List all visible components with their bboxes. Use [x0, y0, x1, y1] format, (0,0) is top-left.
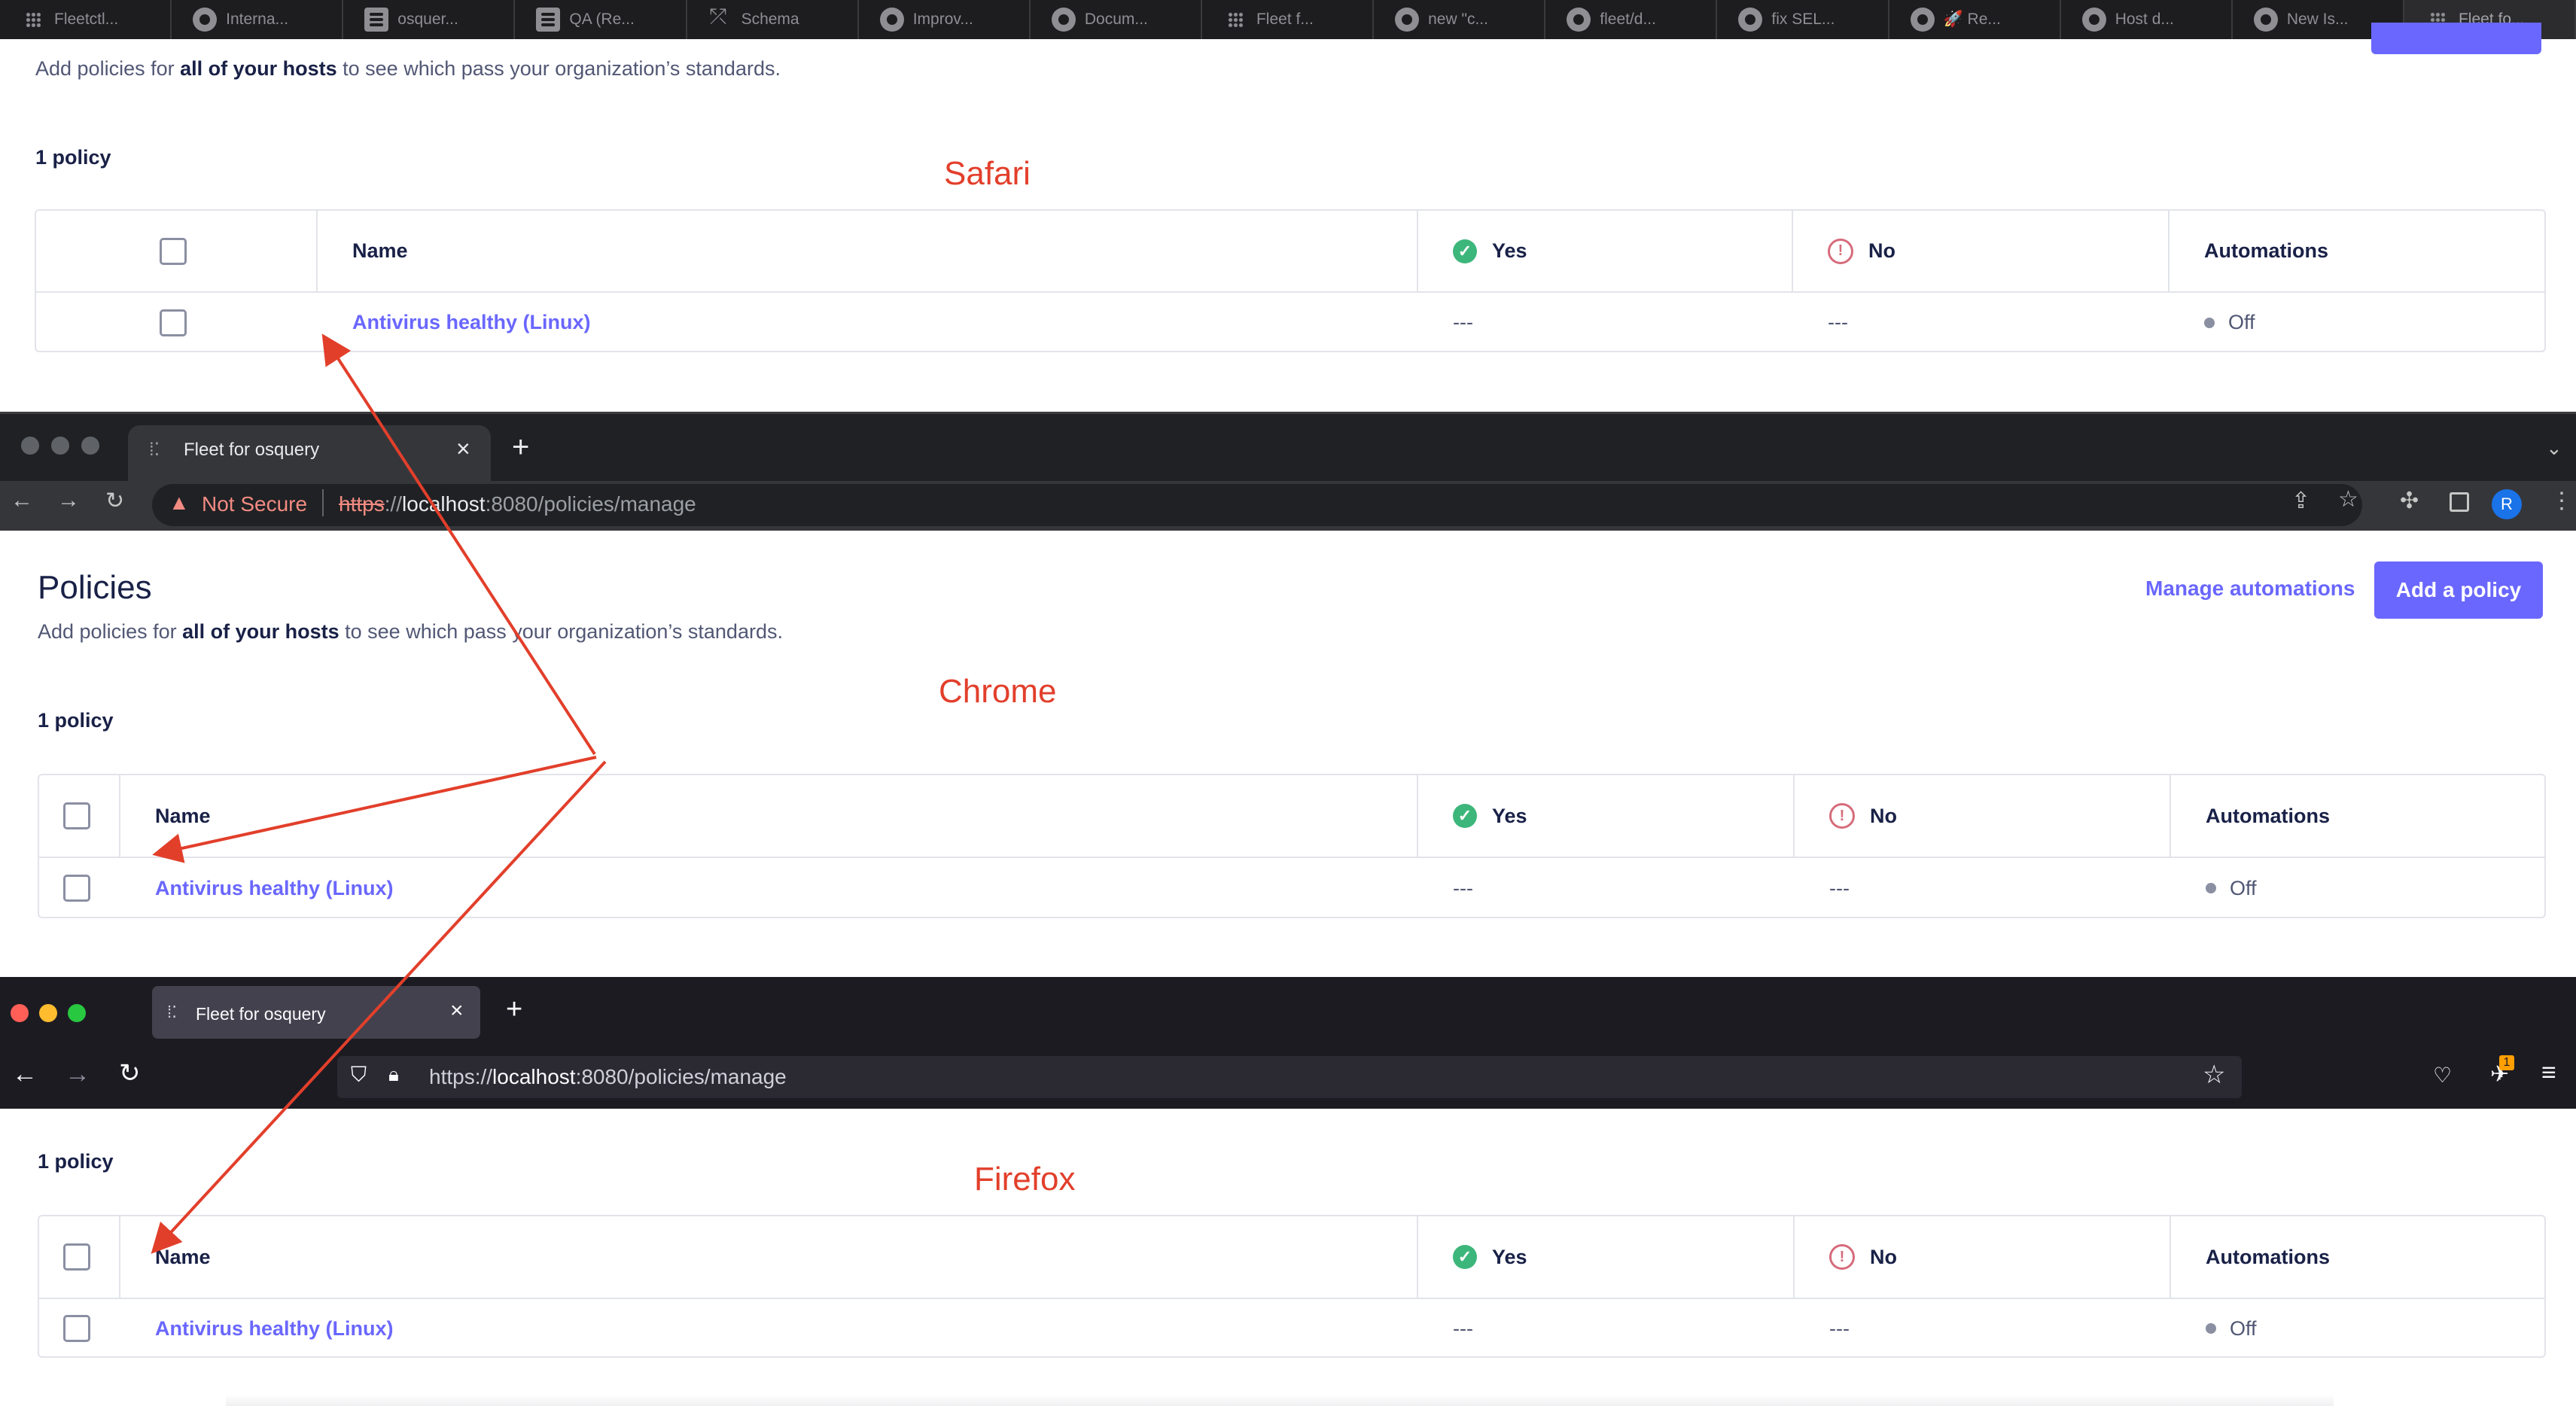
arrow-to-safari [321, 333, 596, 756]
arrow-to-firefox [151, 760, 607, 1254]
annotation-arrows [151, 333, 607, 1254]
arrow-to-chrome [152, 756, 597, 863]
